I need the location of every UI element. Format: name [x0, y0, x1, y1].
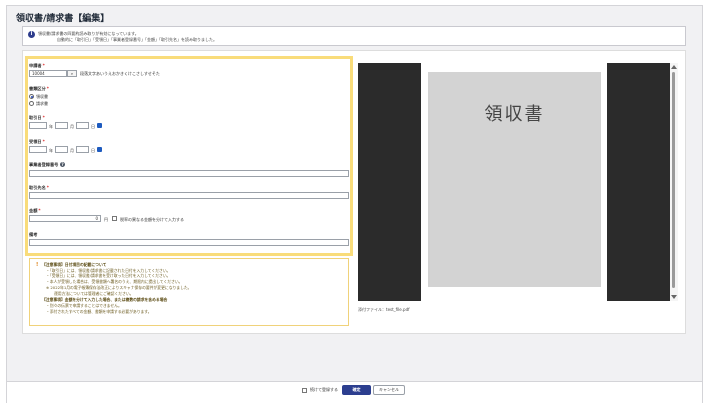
remarks-label: 備考 [29, 232, 38, 237]
transaction-year-input[interactable] [29, 122, 47, 129]
receipt-image: 領収書 [428, 72, 601, 287]
radio-receipt-label: 領収書 [36, 94, 48, 99]
preview-scrollbar[interactable] [670, 63, 678, 301]
scroll-up-icon[interactable] [671, 65, 677, 69]
receipt-title: 領収書 [484, 104, 545, 125]
registration-number-label: 事業者登録番号 [29, 162, 59, 167]
continue-register-checkbox[interactable] [302, 388, 307, 393]
receipt-month-input[interactable] [55, 146, 68, 153]
day-suffix: 日 [91, 124, 95, 129]
note-line: ・添付されたすべての金額、書類を申請する必要があります。 [46, 309, 152, 314]
warning-icon: ! [36, 262, 39, 268]
page-title: 領収書/請求書【編集】 [16, 14, 110, 24]
continue-register-label: 続けて登録する [310, 387, 338, 392]
page: 領収書/請求書【編集】 i 領収書/請求書の四要約読み取りが有効になっています。… [0, 0, 710, 409]
partner-name-input[interactable] [29, 192, 349, 199]
form-highlight-box [25, 56, 353, 256]
transaction-date-label: 取引日* [29, 115, 45, 120]
year-suffix: 年 [49, 148, 53, 153]
month-suffix: 月 [70, 124, 74, 129]
remarks-input[interactable] [29, 239, 349, 246]
document-type-label: 書類区分* [29, 86, 49, 91]
partner-name-label: 取引先名* [29, 185, 49, 190]
info-notice: i 領収書/請求書の四要約読み取りが有効になっています。 自動的に「取引日」「受… [22, 26, 686, 46]
scroll-thumb[interactable] [672, 72, 675, 288]
applicant-input[interactable]: 10004 [29, 70, 67, 77]
registration-number-input[interactable] [29, 170, 349, 177]
help-icon[interactable]: ? [60, 162, 65, 167]
calendar-icon[interactable] [97, 123, 102, 128]
scroll-down-icon[interactable] [671, 295, 677, 299]
radio-invoice-label: 請求書 [36, 101, 48, 106]
info-icon: i [28, 31, 35, 38]
amount-unit: 円 [104, 217, 108, 222]
receipt-day-input[interactable] [76, 146, 89, 153]
tax-rate-split-checkbox[interactable] [112, 216, 117, 221]
amount-label: 金額* [29, 208, 41, 213]
year-suffix: 年 [49, 124, 53, 129]
confirm-button[interactable]: 確定 [342, 385, 371, 395]
notice-line-2: 自動的に「取引日」「受領日」「事業者登録番号」「金額」「取引先名」を読み取りまし… [57, 37, 217, 42]
radio-invoice[interactable] [29, 101, 34, 106]
amount-input[interactable]: 0 [29, 215, 101, 222]
radio-receipt[interactable] [29, 94, 34, 99]
calendar-icon[interactable] [97, 147, 102, 152]
tax-rate-split-label: 税率の異なる金額を分けて入力する [120, 217, 184, 222]
applicant-hint: 段落文字あいうえおかきくけこさしすせそた [80, 71, 160, 76]
transaction-month-input[interactable] [55, 122, 68, 129]
receipt-year-input[interactable] [29, 146, 47, 153]
applicant-search-button[interactable]: ⌕ [67, 70, 77, 77]
cancel-button[interactable]: キャンセル [373, 385, 405, 395]
applicant-label: 申請者* [29, 63, 45, 68]
receipt-date-label: 受領日* [29, 139, 45, 144]
attachment-filename[interactable]: 添付ファイル：test_file.pdf [358, 307, 410, 313]
day-suffix: 日 [91, 148, 95, 153]
transaction-day-input[interactable] [76, 122, 89, 129]
month-suffix: 月 [70, 148, 74, 153]
search-icon: ⌕ [70, 71, 74, 76]
